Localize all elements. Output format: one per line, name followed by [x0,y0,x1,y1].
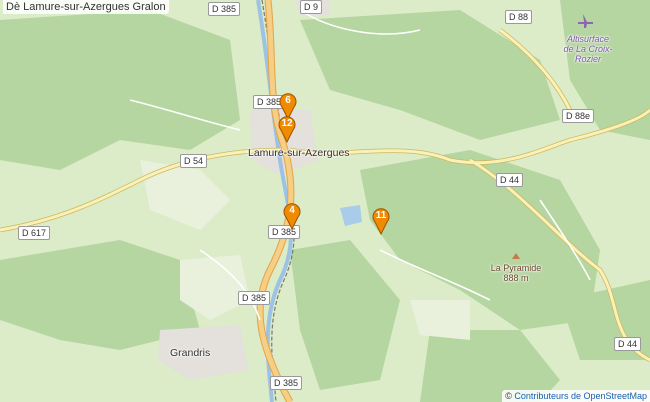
marker-number: 12 [281,118,293,129]
road-label-d54: D 54 [180,154,208,168]
road-label-d88e: D 88e [562,109,595,123]
marker-number: 4 [289,205,295,216]
road-label-d385: D 385 [270,376,303,390]
road-label-d617: D 617 [18,226,51,240]
road-label-d385: D 385 [208,2,241,16]
road-label-d44: D 44 [496,173,524,187]
marker-number: 11 [375,210,387,221]
map-marker-4[interactable]: 4 [283,202,301,231]
place-label-lamure: Lamure-sur-Azergues [248,147,350,159]
airfield-label: Altisurface de La Croix- Rozier [552,34,624,64]
road-label-d88: D 88 [505,10,533,24]
peak-name: La Pyramide [490,263,542,273]
road-label-d44: D 44 [614,337,642,351]
marker-number: 6 [285,95,291,106]
airfield-label-line3: Rozier [574,54,601,64]
place-label-grandris: Grandris [170,347,211,359]
osm-contributors-link[interactable]: Contributeurs de OpenStreetMap [514,391,647,401]
map-marker-12[interactable]: 12 [278,115,296,144]
map-marker-11[interactable]: 11 [372,207,390,236]
road-label-d385: D 385 [238,291,271,305]
road-label-d9: D 9 [300,0,323,14]
airfield-label-line2: de La Croix- [563,44,613,54]
peak-label: La Pyramide 888 m [482,263,550,283]
airfield-label-line1: Altisurface [566,34,610,44]
peak-elevation: 888 m [503,273,529,283]
map-title: Dè Lamure-sur-Azergues Gralon [3,0,169,14]
map-attribution: © Contributeurs de OpenStreetMap [502,390,650,402]
